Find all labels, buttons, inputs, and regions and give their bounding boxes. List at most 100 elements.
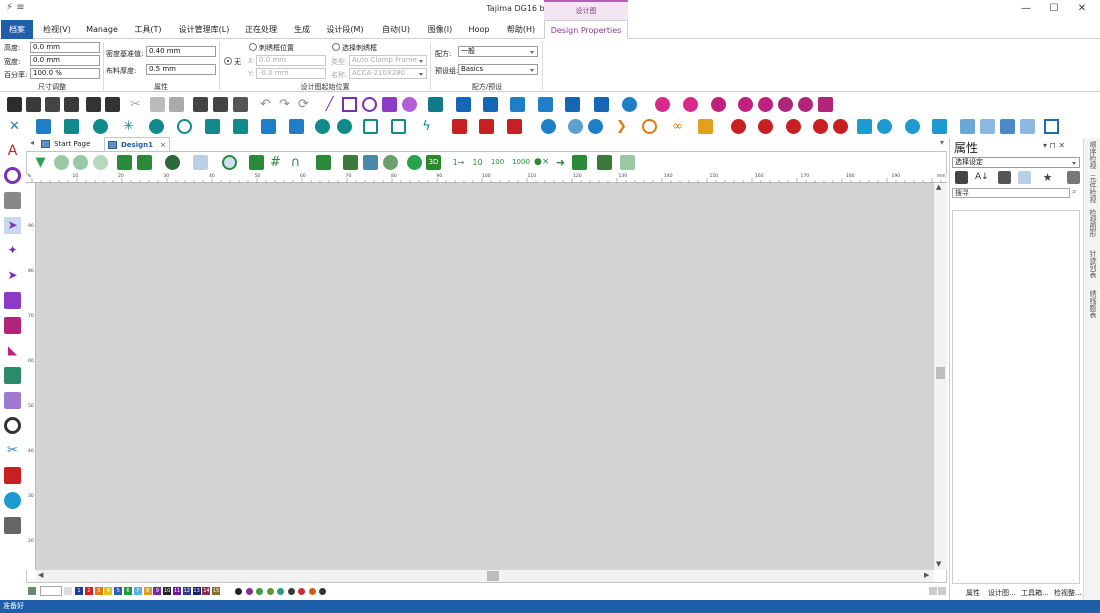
text-tool-icon[interactable]: A xyxy=(4,143,21,160)
side-tab-stitch-list[interactable]: 针迹列表 xyxy=(1086,250,1098,278)
refresh-icon[interactable]: ⟳ xyxy=(296,97,311,112)
step-1-icon[interactable]: 1→ xyxy=(451,155,466,170)
thread-palette-dot[interactable] xyxy=(319,588,326,595)
open-file-icon[interactable] xyxy=(26,97,41,112)
thread-palette-dot[interactable] xyxy=(266,588,274,595)
origin-y-input[interactable]: -0.0 mm xyxy=(256,68,326,79)
keyboard-tool-icon[interactable] xyxy=(4,517,21,534)
next-icon[interactable]: ➜ xyxy=(553,155,568,170)
heart-frame-icon[interactable] xyxy=(391,119,406,134)
asterisk-icon[interactable]: ✳ xyxy=(121,119,136,134)
jump-icon[interactable]: ●× xyxy=(534,155,549,170)
thread-color-chip[interactable]: 12 xyxy=(182,587,191,595)
menu-design-library[interactable]: 设计管理库(L) xyxy=(174,20,234,39)
stop-icon[interactable] xyxy=(572,155,587,170)
grid-view-icon[interactable] xyxy=(363,155,378,170)
scroll-down-icon[interactable]: ▼ xyxy=(936,560,941,568)
percent-input[interactable]: 100.0 % xyxy=(30,68,100,79)
scroll-right-icon[interactable]: ▶ xyxy=(924,571,929,579)
palette-icon[interactable] xyxy=(28,587,36,595)
globe-outline-icon[interactable] xyxy=(588,119,603,134)
sort-az-icon[interactable]: A↓ xyxy=(975,171,989,184)
open-folder-icon[interactable] xyxy=(45,97,60,112)
bubbles-icon[interactable] xyxy=(568,119,583,134)
clock-icon[interactable] xyxy=(407,155,422,170)
undo-icon[interactable]: ↶ xyxy=(258,97,273,112)
hoop-name-select[interactable]: ACCA-210X280 xyxy=(349,68,427,79)
design-canvas[interactable] xyxy=(36,183,934,570)
square-fill-icon[interactable] xyxy=(64,119,79,134)
text-shape-icon[interactable] xyxy=(382,97,397,112)
print-settings-icon[interactable] xyxy=(233,97,248,112)
expand-icon[interactable] xyxy=(1067,171,1080,184)
copy-icon[interactable] xyxy=(150,97,165,112)
bottom-tab-design[interactable]: 设计图... xyxy=(988,587,1016,600)
redo-icon[interactable]: ↷ xyxy=(277,97,292,112)
menu-image[interactable]: 图像(I) xyxy=(422,20,458,39)
corner-icon[interactable] xyxy=(507,119,522,134)
realistic-view-icon[interactable] xyxy=(73,155,88,170)
picture-tool-icon[interactable] xyxy=(4,292,21,309)
3d-icon[interactable]: 3D xyxy=(426,155,441,170)
side-tab-thread-colors[interactable]: 绣线颜表 xyxy=(1086,290,1098,318)
magic-wand-icon[interactable] xyxy=(818,97,833,112)
red-pin-icon[interactable] xyxy=(758,119,773,134)
zoom-view-icon[interactable] xyxy=(165,155,180,170)
chain-link-icon[interactable]: ∞ xyxy=(670,119,685,134)
search-icon[interactable]: ⌕ xyxy=(1072,187,1076,197)
thread-color-chip[interactable]: 9 xyxy=(153,587,162,595)
thread-palette-dot[interactable] xyxy=(256,588,263,595)
menu-view[interactable]: 检视(V) xyxy=(36,20,78,39)
thread-color-chip[interactable]: 1 xyxy=(75,587,83,595)
flow-arrow-icon[interactable] xyxy=(1044,119,1059,134)
panel-controls[interactable]: ▾ ⊓ ✕ xyxy=(1043,141,1065,150)
globe-icon[interactable] xyxy=(149,119,164,134)
flower-shape-icon[interactable] xyxy=(711,97,726,112)
favorites-icon[interactable]: ★ xyxy=(1041,171,1054,184)
compass-icon[interactable] xyxy=(541,119,556,134)
node-edit-icon[interactable]: ✦ xyxy=(4,242,21,259)
menu-help[interactable]: 帮助(H) xyxy=(500,20,542,39)
print-preview-icon[interactable] xyxy=(213,97,228,112)
thread-palette-dot[interactable] xyxy=(308,588,316,595)
monitor-icon[interactable] xyxy=(117,155,132,170)
thread-color-chip[interactable]: 15 xyxy=(212,587,221,595)
properties-grid[interactable] xyxy=(952,210,1080,584)
thread-color-chip[interactable]: 10 xyxy=(163,587,172,595)
angle-icon[interactable] xyxy=(479,119,494,134)
magnet-icon[interactable]: ∩ xyxy=(288,155,303,170)
people-grid-icon[interactable] xyxy=(289,119,304,134)
stitch-tool-icon[interactable] xyxy=(4,367,21,384)
pin-icon[interactable] xyxy=(337,119,352,134)
bottom-tab-properties[interactable]: 属性 xyxy=(966,587,980,600)
print-icon[interactable] xyxy=(193,97,208,112)
spiral-icon[interactable] xyxy=(177,119,192,134)
heart-check-icon[interactable] xyxy=(932,119,947,134)
properties-selector[interactable]: 选择设定 xyxy=(952,157,1080,168)
heart-tool-icon[interactable] xyxy=(4,492,21,509)
sparkle-shape-icon[interactable] xyxy=(798,97,813,112)
circle-icon[interactable] xyxy=(362,97,377,112)
cross-stitch-icon[interactable]: ✕ xyxy=(7,119,22,134)
brush-tool-icon[interactable]: ◣ xyxy=(4,342,21,359)
density-input[interactable]: 0.40 mm xyxy=(146,46,216,57)
origin-x-input[interactable]: 0.0 mm xyxy=(256,55,326,66)
thread-color-chip[interactable]: 13 xyxy=(192,587,201,595)
categorized-icon[interactable] xyxy=(955,171,968,184)
scissors-tool-icon[interactable]: ✂ xyxy=(4,442,21,459)
thread-palette-dot[interactable] xyxy=(277,588,284,595)
dotted-grid-icon[interactable] xyxy=(261,119,276,134)
side-tab-elements[interactable]: 元件检视 xyxy=(1086,175,1098,203)
hide-icon[interactable] xyxy=(383,155,398,170)
ring-icon[interactable] xyxy=(622,97,637,112)
bottom-tab-toolbox[interactable]: 工具箱... xyxy=(1021,587,1049,600)
palette-scroll-left-icon[interactable] xyxy=(64,587,72,595)
menu-auto[interactable]: 自动(U) xyxy=(374,20,418,39)
crown-icon[interactable] xyxy=(698,119,713,134)
thread-palette-dot[interactable] xyxy=(235,588,242,595)
red-flower-icon[interactable] xyxy=(786,119,801,134)
ruler-tool-icon[interactable] xyxy=(4,192,21,209)
zigzag-icon[interactable] xyxy=(483,97,498,112)
tab-list-arrow-icon[interactable]: ◂ xyxy=(30,138,34,147)
menu-segments[interactable]: 设计段(M) xyxy=(322,20,368,39)
